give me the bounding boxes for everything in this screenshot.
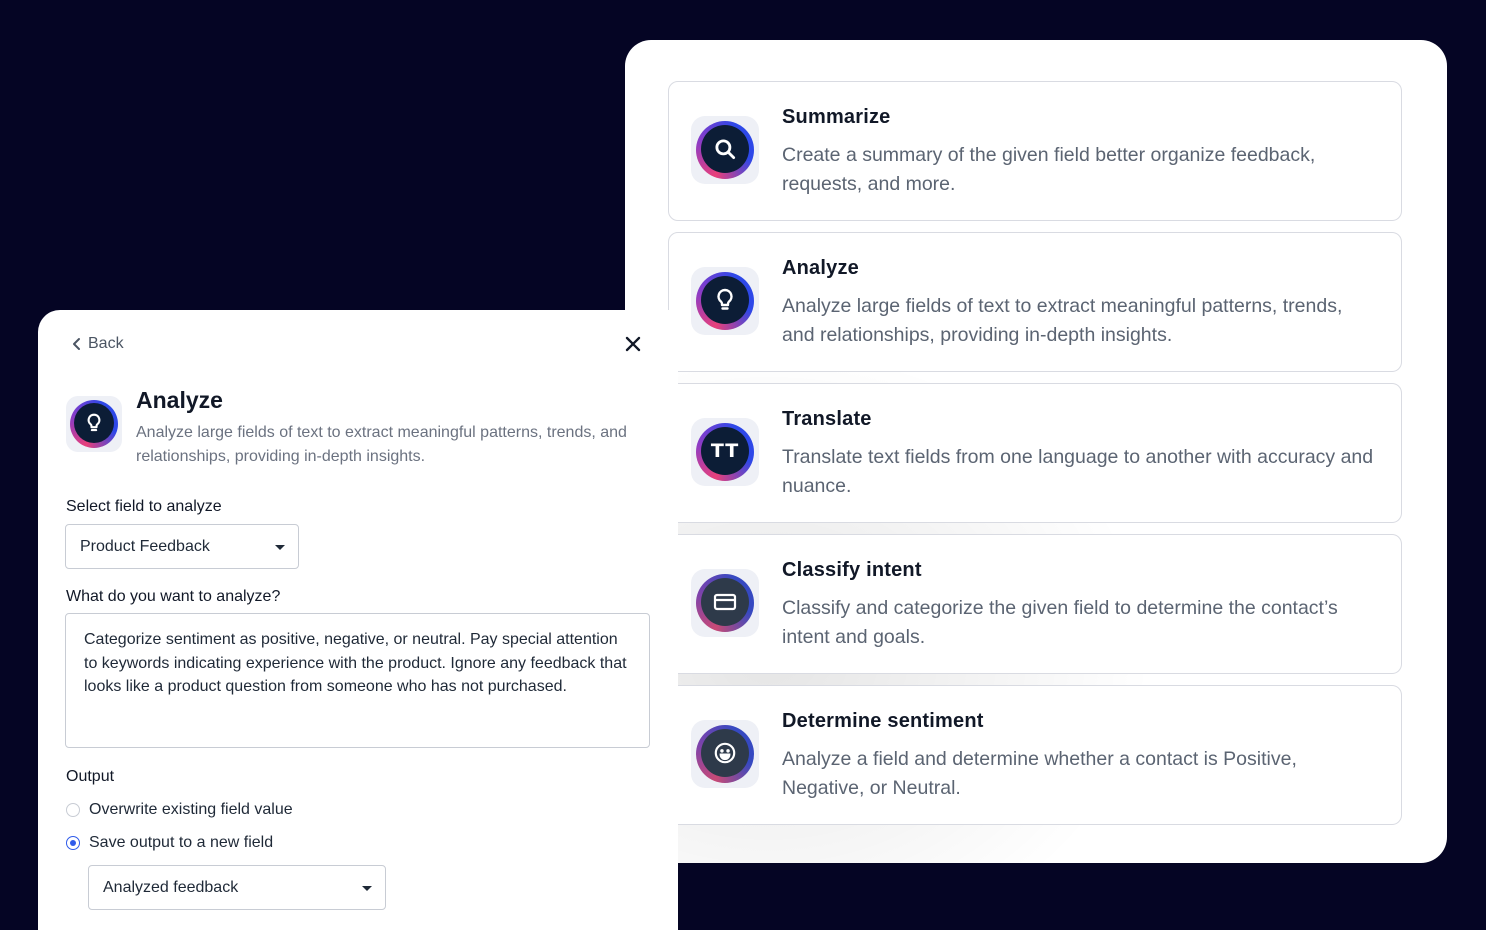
lightbulb-icon (717, 288, 733, 310)
classify-icon-tile (691, 569, 759, 637)
field-select[interactable]: Product Feedback (65, 524, 299, 569)
translate-icon: TT (710, 440, 740, 462)
card-description: Translate text fields from one language … (782, 446, 1374, 497)
chevron-left-icon (73, 338, 80, 350)
prompt-textarea[interactable]: Categorize sentiment as positive, negati… (65, 613, 650, 748)
capability-list: Summarize Create a summary of the given … (668, 81, 1402, 836)
card-title: Translate (782, 408, 872, 430)
prompt-label: What do you want to analyze? (66, 588, 281, 605)
panel-title: Analyze (136, 387, 223, 413)
capability-card-determine-sentiment[interactable]: Determine sentiment Analyze a field and … (668, 685, 1402, 825)
field-select-label: Select field to analyze (66, 498, 222, 515)
capability-card-summarize[interactable]: Summarize Create a summary of the given … (668, 81, 1402, 221)
sentiment-icon-tile (691, 720, 759, 788)
field-select-value: Product Feedback (80, 537, 210, 555)
capabilities-panel: Summarize Create a summary of the given … (625, 40, 1447, 863)
summarize-icon-tile (691, 116, 759, 184)
card-title: Analyze (782, 257, 859, 279)
card-description: Create a summary of the given field bett… (782, 144, 1316, 195)
caret-down-icon (275, 544, 285, 550)
card-title: Classify intent (782, 559, 922, 581)
back-button[interactable]: Back (72, 335, 124, 353)
close-button[interactable] (623, 334, 643, 354)
analyze-header-icon-tile (66, 396, 122, 452)
output-field-select[interactable]: Analyzed feedback (88, 865, 386, 910)
card-description: Classify and categorize the given field … (782, 597, 1338, 648)
folder-icon (713, 593, 737, 611)
search-icon (715, 139, 736, 160)
panel-description: Analyze large fields of text to extract … (136, 424, 627, 465)
lightbulb-icon (87, 413, 101, 432)
analyze-config-panel: Back Analyze Analyze large fields of tex… (38, 310, 678, 930)
back-label: Back (88, 335, 124, 352)
card-title: Summarize (782, 106, 891, 128)
capability-card-analyze[interactable]: Analyze Analyze large fields of text to … (668, 232, 1402, 372)
caret-down-icon (362, 885, 372, 891)
card-description: Analyze a field and determine whether a … (782, 748, 1297, 799)
translate-icon-tile: TT (691, 418, 759, 486)
output-label: Output (66, 768, 115, 785)
output-option-label: Save output to a new field (89, 834, 274, 851)
output-option-label: Overwrite existing field value (89, 801, 293, 818)
radio-checked[interactable] (66, 836, 80, 850)
close-icon (625, 336, 641, 352)
capability-card-translate[interactable]: TT Translate Translate text fields from … (668, 383, 1402, 523)
output-field-value: Analyzed feedback (103, 878, 239, 896)
analyze-icon-tile (691, 267, 759, 335)
output-option-new-field[interactable]: Save output to a new field (66, 834, 273, 852)
capability-card-classify-intent[interactable]: Classify intent Classify and categorize … (668, 534, 1402, 674)
card-title: Determine sentiment (782, 710, 984, 732)
output-option-overwrite[interactable]: Overwrite existing field value (66, 801, 293, 819)
radio-unchecked[interactable] (66, 803, 80, 817)
card-description: Analyze large fields of text to extract … (782, 295, 1343, 346)
smiley-icon (714, 742, 736, 764)
